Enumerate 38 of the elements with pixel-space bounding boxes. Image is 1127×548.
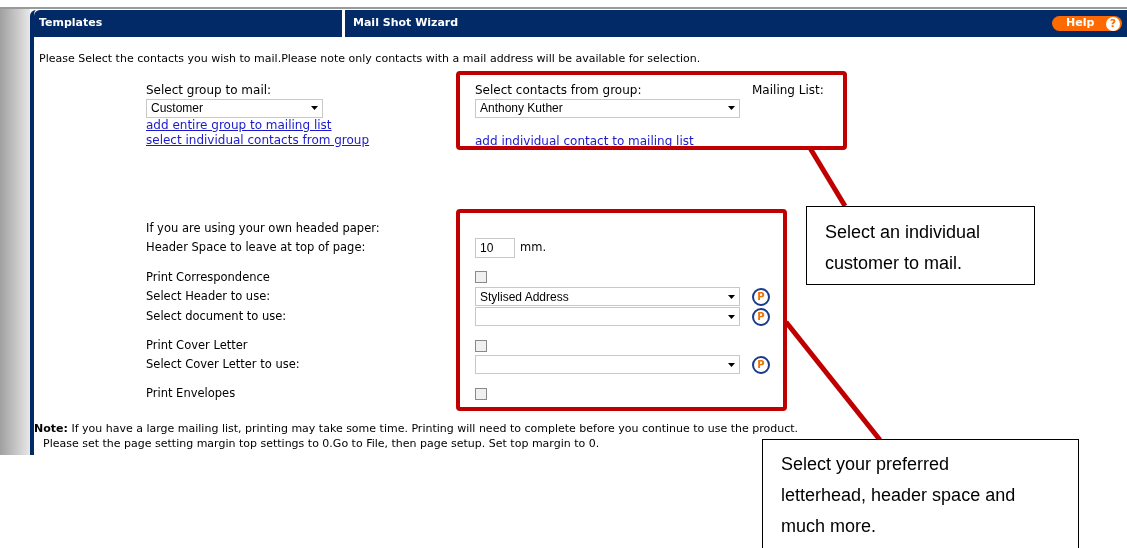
note-text: Please set the page setting margin top settings to 0.Go to File, then page setup. Set top margin to 0.	[42, 435, 601, 451]
field-label: Select document to use:	[146, 307, 288, 325]
dropdown-value: Stylised Address	[480, 288, 569, 306]
dropdown-arrow-icon	[728, 294, 735, 299]
field-label: Select contacts from group:	[475, 81, 642, 99]
link[interactable]: add entire group to mailing list	[146, 117, 332, 133]
link[interactable]: select individual contacts from group	[146, 132, 370, 148]
instruction-text: Please Select the contacts you wish to mail.Please note only contacts with a mail address will be available for selection.	[38, 51, 702, 67]
field-label: Print Correspondence	[146, 268, 271, 286]
dropdown-arrow-icon	[728, 362, 735, 367]
field-label: Select Cover Letter to use:	[146, 356, 301, 374]
checkbox[interactable]	[475, 271, 487, 284]
field-label: Mailing List:	[752, 81, 824, 99]
dropdown-value: Customer	[151, 100, 203, 117]
link[interactable]: add individual contact to mailing list	[475, 131, 694, 150]
callout-text: Select an individual customer to mail.	[825, 221, 982, 275]
field-label: Select Header to use:	[146, 287, 272, 305]
dropdown[interactable]: Anthony Kuther	[475, 98, 740, 118]
panel-title: Mail Shot Wizard	[352, 15, 459, 32]
help-icon: ?	[1106, 16, 1120, 31]
panel-title: Templates	[34, 10, 345, 37]
dropdown-arrow-icon	[728, 314, 735, 319]
checkbox[interactable]	[475, 387, 487, 400]
checkbox[interactable]	[475, 339, 487, 352]
field-label: Select group to mail:	[146, 81, 272, 99]
callout-text: Select your preferred letterhead, header space and much more.	[781, 453, 1017, 538]
dropdown-value: Anthony Kuther	[480, 100, 563, 117]
field-label: Print Cover Letter	[146, 337, 249, 354]
field-label: If you are using your own headed paper:	[146, 219, 381, 237]
dropdown[interactable]: Customer	[146, 98, 323, 118]
dropdown-arrow-icon	[728, 106, 735, 110]
note-text: Note: If you have a large mailing list, printing may take some time. Printing will need to complete before you continue to use the product.	[34, 420, 800, 436]
number-field[interactable]: 10	[475, 237, 515, 258]
unit-label: mm.	[520, 239, 547, 257]
field-label: Print Envelopes	[146, 385, 237, 403]
dropdown-arrow-icon	[311, 106, 318, 110]
field-label: Header Space to leave at top of page:	[146, 239, 367, 257]
dropdown[interactable]: Stylised Address	[475, 287, 740, 306]
